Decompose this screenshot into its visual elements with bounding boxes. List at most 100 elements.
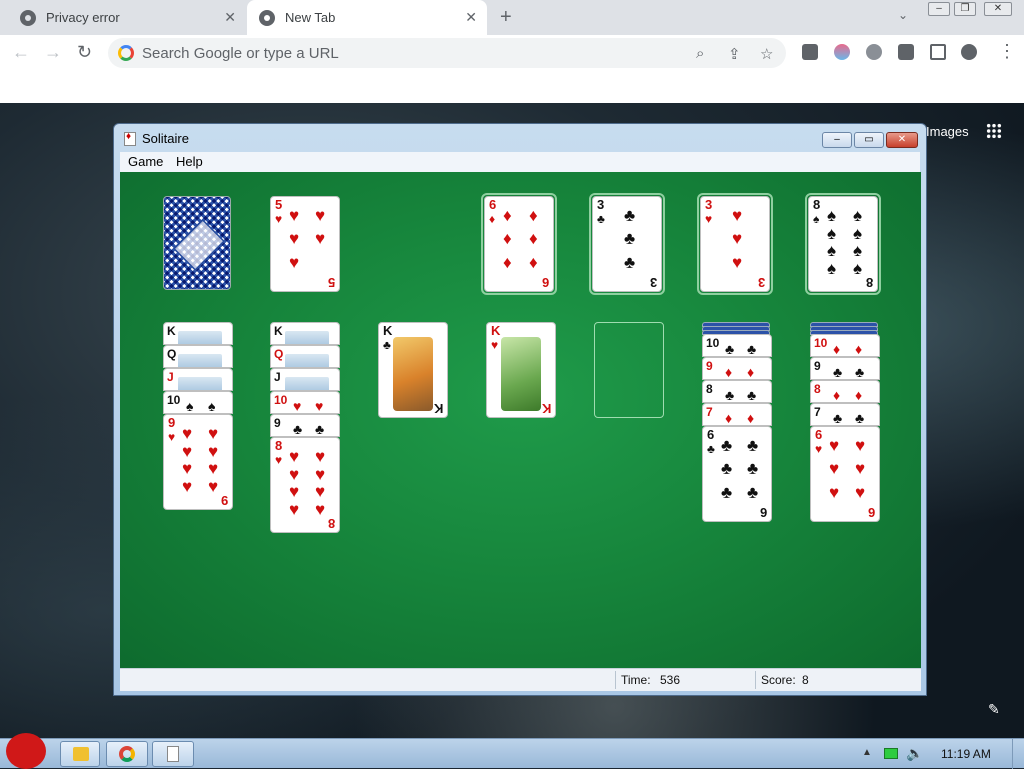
volume-icon[interactable]: 🔈: [906, 745, 923, 762]
omnibox[interactable]: Search Google or type a URL ⌕ ⇪ ☆: [108, 38, 786, 68]
menu-game[interactable]: Game: [128, 154, 163, 169]
card-pip-icon: ♣: [747, 436, 759, 455]
maximize-button[interactable]: ▭: [854, 132, 884, 148]
network-icon[interactable]: [884, 748, 898, 759]
playing-card[interactable]: K ♣ K: [378, 322, 448, 418]
card-rank: 6: [815, 427, 823, 442]
playing-card[interactable]: K ♥ K: [486, 322, 556, 418]
empty-tableau-slot[interactable]: [594, 322, 664, 418]
solitaire-taskbar-button[interactable]: [152, 741, 194, 767]
menu-help[interactable]: Help: [176, 154, 203, 169]
forward-button[interactable]: →: [44, 42, 62, 63]
card-rank: J: [167, 370, 174, 384]
close-window-button[interactable]: ✕: [984, 2, 1012, 16]
card-rank: Q: [274, 347, 284, 361]
card-edge[interactable]: J: [270, 368, 340, 391]
playing-card[interactable]: 6 ♦ ♦ ♦ ♦ ♦ ♦ ♦ 6: [484, 196, 554, 292]
card-pip-icon: ♠: [827, 206, 837, 225]
card-pip-icon: ♠: [827, 258, 837, 278]
bookmark-star-icon[interactable]: ☆: [760, 45, 773, 63]
card-suit-icon: ♥: [815, 442, 823, 456]
card-edge[interactable]: 9 ♦ ♦: [702, 357, 772, 380]
playing-card[interactable]: 3 ♣ ♣ ♣ ♣ 3: [592, 196, 662, 292]
explorer-taskbar-button[interactable]: [60, 741, 100, 767]
customize-pencil-icon[interactable]: ✎: [988, 701, 1000, 718]
tab-search-icon[interactable]: ⌄: [898, 8, 908, 22]
card-pip-icon: ♦: [529, 252, 538, 272]
card-rank: 8: [706, 382, 713, 396]
card-edge[interactable]: 7 ♦ ♦: [702, 403, 772, 426]
close-button[interactable]: ✕: [886, 132, 918, 148]
chrome-icon: [259, 9, 275, 26]
playing-card[interactable]: 5 ♥ ♥ ♥ ♥ ♥ ♥ 5: [270, 196, 340, 292]
card-edge[interactable]: Q: [163, 345, 233, 368]
card-pip-icon: ♥: [732, 206, 743, 225]
card-rank: 10: [167, 393, 181, 407]
stock-pile[interactable]: [163, 196, 231, 290]
card-edge[interactable]: 7 ♣ ♣: [810, 403, 880, 426]
card-edge[interactable]: 8 ♣ ♣: [702, 380, 772, 403]
extension-icon[interactable]: [866, 44, 882, 60]
zoom-icon[interactable]: ⌕: [696, 45, 704, 62]
playing-card[interactable]: 6 ♣ ♣ ♣ ♣ ♣ ♣ ♣ 6: [702, 426, 772, 522]
playing-card[interactable]: 8 ♠ ♠ ♠ ♠ ♠ ♠ ♠ ♠ ♠ 8: [808, 196, 878, 292]
playing-card[interactable]: 8 ♥ ♥ ♥ ♥ ♥ ♥ ♥ ♥ ♥ 8: [270, 437, 340, 533]
show-desktop-button[interactable]: [1012, 739, 1024, 769]
tab-privacy-error[interactable]: Privacy error ✕: [8, 0, 246, 35]
card-edge[interactable]: 10 ♠ ♠: [163, 391, 233, 414]
tab-new-tab[interactable]: New Tab ✕: [247, 0, 487, 35]
apps-grid-icon[interactable]: [986, 123, 1002, 139]
playing-card[interactable]: 3 ♥ ♥ ♥ ♥ 3: [700, 196, 770, 292]
side-panel-icon[interactable]: [930, 44, 946, 60]
profile-avatar[interactable]: [961, 44, 977, 60]
card-suit-icon: ♥: [705, 212, 713, 226]
playing-card[interactable]: 6 ♥ ♥ ♥ ♥ ♥ ♥ ♥ 6: [810, 426, 880, 522]
minimize-button[interactable]: –: [928, 2, 950, 16]
images-link[interactable]: Images: [926, 124, 969, 139]
card-suit-icon: ♠: [186, 398, 194, 414]
reload-button[interactable]: ↻: [77, 42, 92, 63]
restore-button[interactable]: ❐: [954, 2, 976, 16]
share-icon[interactable]: ⇪: [728, 45, 741, 63]
close-tab-icon[interactable]: ✕: [224, 9, 236, 26]
card-edge[interactable]: K: [270, 322, 340, 345]
minimize-button[interactable]: –: [822, 132, 852, 148]
menu-kebab-icon[interactable]: ⋮: [998, 41, 1016, 62]
card-pip-icon: ♥: [732, 229, 743, 249]
card-suit-icon: ♣: [597, 212, 605, 226]
card-pip-icon: ♥: [315, 229, 326, 249]
window-title-text: Solitaire: [142, 131, 189, 146]
tab-strip: Privacy error ✕ New Tab ✕ + ⌄ – ❐ ✕: [0, 0, 1024, 35]
card-pip-icon: ♥: [208, 476, 219, 496]
puzzle-icon[interactable]: [898, 44, 914, 60]
card-edge[interactable]: J: [163, 368, 233, 391]
start-button[interactable]: [6, 733, 46, 769]
card-edge[interactable]: 8 ♦ ♦: [810, 380, 880, 403]
extension-icon[interactable]: [834, 44, 850, 60]
show-hidden-icons-icon[interactable]: ▲: [862, 747, 872, 758]
court-card-art: [393, 337, 433, 411]
card-rank: 7: [706, 405, 713, 419]
card-edge[interactable]: Q: [270, 345, 340, 368]
card-rank: 8: [813, 197, 821, 212]
card-edge[interactable]: 9 ♣ ♣: [270, 414, 340, 437]
card-edge[interactable]: 10 ♥ ♥: [270, 391, 340, 414]
close-tab-icon[interactable]: ✕: [465, 9, 477, 26]
new-tab-button[interactable]: +: [500, 6, 512, 29]
card-edge[interactable]: 9 ♣ ♣: [810, 357, 880, 380]
card-edge[interactable]: K: [163, 322, 233, 345]
card-edge[interactable]: 10 ♣ ♣: [702, 334, 772, 357]
clock[interactable]: 11:19 AM: [941, 747, 991, 761]
playing-card[interactable]: 9 ♥ ♥ ♥ ♥ ♥ ♥ ♥ ♥ ♥ 9: [163, 414, 233, 510]
omnibox-placeholder[interactable]: Search Google or type a URL: [142, 45, 339, 62]
card-edge[interactable]: 10 ♦ ♦: [810, 334, 880, 357]
card-pip-icon: ♠: [827, 241, 837, 260]
card-suit-icon: ♣: [855, 410, 865, 426]
chrome-icon: [20, 9, 36, 26]
back-button[interactable]: ←: [12, 42, 30, 63]
ublock-extension-icon[interactable]: [802, 44, 818, 60]
time-label: Time:: [621, 673, 651, 687]
chrome-taskbar-button[interactable]: [106, 741, 148, 767]
court-card-art: [501, 337, 541, 411]
card-suit-icon: ♦: [855, 387, 863, 403]
